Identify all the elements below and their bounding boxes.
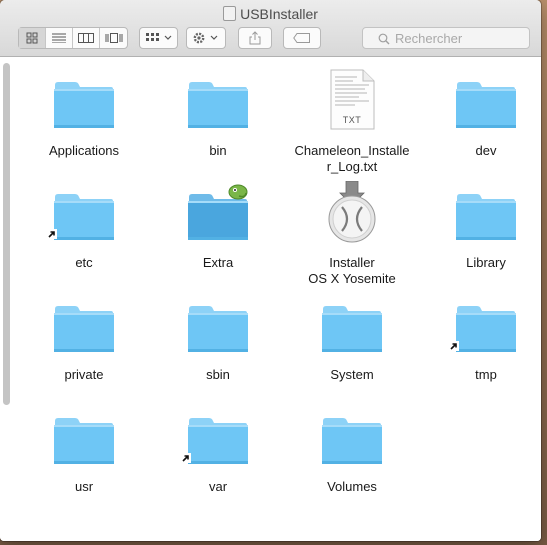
gear-icon (193, 32, 218, 44)
folder-icon (451, 69, 521, 133)
folder-icon (183, 69, 253, 133)
file-type-badge: TXT (342, 115, 362, 125)
file-item-installer-os-x-yosemite[interactable]: Installer OS X Yosemite (292, 181, 412, 287)
view-mode-control (18, 27, 128, 49)
file-item-label: Library (466, 255, 506, 270)
tags-button[interactable] (283, 27, 321, 49)
file-item-etc[interactable]: etc (24, 181, 144, 271)
alias-arrow-icon (449, 341, 459, 351)
file-item-label: private (64, 367, 104, 382)
file-item-sbin[interactable]: sbin (158, 293, 278, 383)
file-item-var[interactable]: var (158, 405, 278, 495)
folder-icon (47, 181, 119, 245)
file-item-label: Volumes (327, 479, 377, 494)
search-icon (378, 33, 390, 45)
file-item-dev[interactable]: dev (426, 69, 541, 159)
finder-window: USBInstaller Rechercher Applications bin… (0, 0, 541, 541)
arrange-grid-icon (145, 33, 171, 41)
folder-icon (49, 293, 119, 357)
column-view-icon (78, 33, 94, 43)
file-item-library[interactable]: Library (426, 181, 541, 271)
folder-extra-icon (183, 181, 253, 245)
folder-icon (49, 405, 119, 469)
share-icon (249, 31, 261, 45)
file-item-label: tmp (475, 367, 497, 382)
action-button[interactable] (186, 27, 226, 49)
icon-view-button[interactable] (19, 28, 46, 48)
file-item-applications[interactable]: Applications (24, 69, 144, 159)
folder-icon (317, 405, 387, 469)
file-item-label: dev (475, 143, 497, 158)
folder-icon (449, 293, 521, 357)
file-item-label: usr (74, 479, 94, 494)
file-item-label: var (208, 479, 228, 494)
file-item-label: sbin (206, 367, 230, 382)
file-item-tmp[interactable]: tmp (426, 293, 541, 383)
file-item-private[interactable]: private (24, 293, 144, 383)
file-item-system[interactable]: System (292, 293, 412, 383)
file-item-chameleon-installe-r-log-txt[interactable]: TXT Chameleon_Installe r_Log.txt (292, 69, 412, 175)
folder-icon (183, 293, 253, 357)
folder-icon (181, 405, 253, 469)
vertical-scrollbar[interactable] (3, 63, 10, 405)
coverflow-view-button[interactable] (100, 28, 128, 48)
coverflow-view-icon (105, 33, 123, 43)
list-view-button[interactable] (46, 28, 73, 48)
file-item-usr[interactable]: usr (24, 405, 144, 495)
file-item-label: Applications (48, 143, 120, 158)
usb-drive-icon (223, 6, 237, 21)
alias-arrow-icon (181, 453, 191, 463)
file-item-label: Chameleon_Installe r_Log.txt (294, 143, 410, 174)
file-item-volumes[interactable]: Volumes (292, 405, 412, 495)
folder-icon (317, 293, 387, 357)
folder-icon (49, 69, 119, 133)
search-placeholder: Rechercher (395, 31, 463, 46)
search-field[interactable]: Rechercher (362, 27, 530, 49)
installer-app-icon (317, 181, 387, 245)
tag-icon (293, 33, 310, 43)
icon-view-icon (26, 32, 38, 44)
arrange-button[interactable] (139, 27, 178, 49)
share-button[interactable] (238, 27, 272, 49)
column-view-button[interactable] (73, 28, 100, 48)
file-item-label: System (330, 367, 374, 382)
list-view-icon (52, 33, 66, 43)
file-item-label: bin (209, 143, 227, 158)
file-item-extra[interactable]: Extra (158, 181, 278, 271)
file-item-label: etc (75, 255, 93, 270)
text-document-icon: TXT (317, 69, 387, 133)
file-item-label: Installer OS X Yosemite (308, 255, 396, 286)
file-icon-grid: Applications bin TXT Chameleon_Installe r_… (0, 57, 541, 541)
chameleon-badge-icon (228, 184, 248, 200)
folder-icon (451, 181, 521, 245)
alias-arrow-icon (47, 229, 57, 239)
file-item-bin[interactable]: bin (158, 69, 278, 159)
titlebar: USBInstaller Rechercher (0, 0, 541, 57)
file-item-label: Extra (202, 255, 234, 270)
window-title: USBInstaller (0, 6, 541, 22)
window-title-text: USBInstaller (240, 6, 318, 22)
